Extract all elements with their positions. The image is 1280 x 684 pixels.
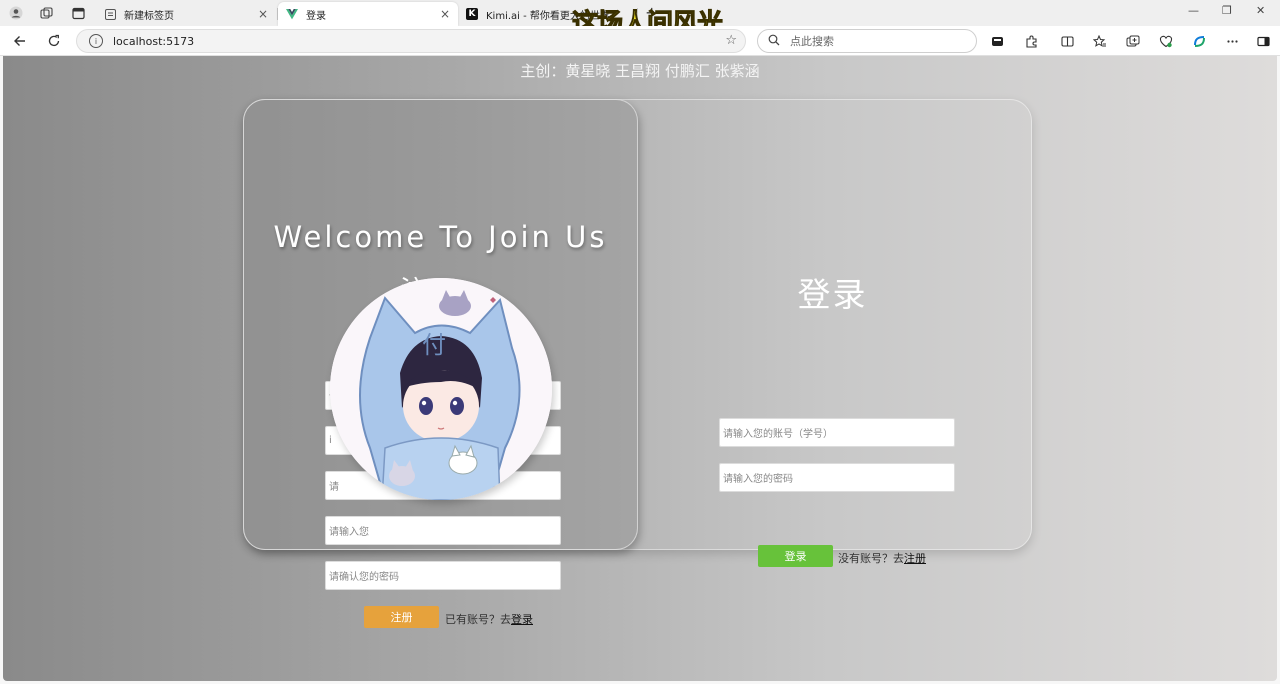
tab-label: 登录 (306, 10, 326, 22)
register-button[interactable]: 注册 (364, 606, 439, 628)
welcome-heading: Welcome To Join Us (273, 220, 608, 254)
more-options-icon[interactable] (1223, 32, 1241, 50)
register-email-placeholder: 请 (329, 482, 339, 493)
favorite-star-icon[interactable]: ☆ (725, 33, 737, 48)
browser-window: 新建标签页 × 登录 × K Kimi.ai - 帮你看更大的世界 + 这场人间… (0, 0, 1280, 684)
login-hint-text: 已有账号？去 (445, 613, 511, 626)
refresh-icon[interactable] (44, 31, 64, 51)
login-button[interactable]: 登录 (758, 545, 833, 567)
register-password-field[interactable]: 请输入您 (325, 516, 561, 545)
tab-login[interactable]: 登录 × (278, 2, 458, 26)
login-account-placeholder: 请输入您的账号（学号） (723, 429, 833, 440)
browser-toolbar: i localhost:5173 ☆ 点此搜索 (0, 26, 1280, 56)
collections-icon[interactable] (988, 32, 1006, 50)
login-password-placeholder: 请输入您的密码 (723, 474, 793, 485)
login-hint: 已有账号？去登录 (445, 611, 533, 627)
close-window-icon[interactable]: ✕ (1256, 4, 1265, 17)
back-icon[interactable] (10, 31, 30, 51)
register-hint-text: 没有账号？去 (838, 552, 904, 565)
vue-logo-icon (286, 8, 298, 20)
register-name-placeholder: i (329, 435, 332, 446)
address-text: localhost:5173 (113, 34, 195, 48)
site-info-icon[interactable]: i (89, 34, 103, 48)
new-tab-page-icon (104, 8, 116, 20)
search-box[interactable]: 点此搜索 (757, 29, 977, 53)
tab-label: 新建标签页 (124, 10, 174, 22)
copilot-icon[interactable] (1190, 32, 1208, 50)
favorites-icon[interactable] (1091, 32, 1109, 50)
go-login-link[interactable]: 登录 (511, 613, 533, 626)
split-screen-icon[interactable] (1058, 32, 1076, 50)
register-hint: 没有账号？去注册 (838, 550, 926, 566)
browser-essentials-icon[interactable] (1157, 32, 1175, 50)
search-placeholder: 点此搜索 (790, 35, 834, 48)
profile-icon[interactable] (5, 3, 27, 23)
tab-new-tab[interactable]: 新建标签页 × (96, 2, 276, 26)
tab-strip: 新建标签页 × 登录 × K Kimi.ai - 帮你看更大的世界 + 这场人间… (0, 0, 1280, 40)
login-title: 登录 (797, 275, 868, 314)
kimi-logo-icon: K (466, 8, 478, 20)
credits-text: 主创：黄星晓 王昌翔 付鹏汇 张紫涵 (520, 62, 760, 80)
close-tab-icon[interactable]: × (258, 7, 268, 21)
minimize-icon[interactable]: — (1188, 4, 1199, 17)
avatar-image: 付 (330, 278, 552, 500)
sidebar-toggle-icon[interactable] (1254, 32, 1272, 50)
go-register-link[interactable]: 注册 (904, 552, 926, 565)
login-account-field[interactable]: 请输入您的账号（学号） (719, 418, 955, 447)
vertical-tabs-icon[interactable] (67, 3, 89, 23)
search-icon (768, 34, 780, 49)
address-bar[interactable]: i localhost:5173 ☆ (76, 29, 746, 53)
restore-icon[interactable]: ❐ (1222, 4, 1232, 17)
avatar-character: 付 (422, 331, 446, 359)
close-tab-icon[interactable]: × (440, 7, 450, 21)
anime-avatar-illustration: 付 (330, 278, 552, 500)
extensions-icon[interactable] (1022, 32, 1040, 50)
register-confirm-password-field[interactable]: 请确认您的密码 (325, 561, 561, 590)
register-confirm-placeholder: 请确认您的密码 (329, 572, 399, 583)
workspaces-icon[interactable] (35, 3, 57, 23)
register-password-placeholder: 请输入您 (329, 527, 369, 538)
login-password-field[interactable]: 请输入您的密码 (719, 463, 955, 492)
tab-collections-icon[interactable] (1124, 32, 1142, 50)
